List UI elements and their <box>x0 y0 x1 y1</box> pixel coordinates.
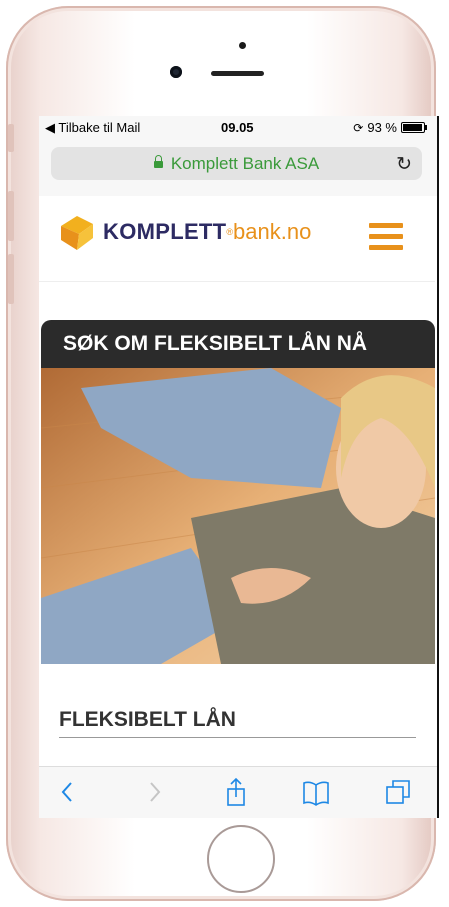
lock-icon <box>153 155 163 168</box>
logo-registered-mark: ® <box>226 227 234 237</box>
rotation-lock-icon: ⟳ <box>353 120 364 135</box>
front-camera <box>170 66 182 78</box>
reload-icon[interactable]: ↻ <box>396 153 412 176</box>
bookmarks-icon[interactable] <box>301 777 331 807</box>
status-right: ⟳ 93 % <box>353 120 427 135</box>
forward-icon[interactable] <box>139 777 169 807</box>
phone-screen: ◀ Tilbake til Mail 09.05 ⟳ 93 % Komplett… <box>39 116 439 818</box>
volume-up-button <box>8 191 14 241</box>
section-heading: FLEKSIBELT LÅN <box>59 708 236 731</box>
site-logo[interactable]: KOMPLETT ® bank.no <box>57 212 311 252</box>
site-header: KOMPLETT ® bank.no <box>39 196 437 276</box>
tabs-icon[interactable] <box>383 777 413 807</box>
back-icon[interactable] <box>53 777 83 807</box>
logo-brand: KOMPLETT <box>103 219 227 244</box>
battery-percent: 93 % <box>367 120 397 135</box>
browser-toolbar <box>39 766 437 818</box>
share-icon[interactable] <box>221 777 251 807</box>
hamburger-menu-icon[interactable] <box>369 223 403 251</box>
phone-frame: ◀ Tilbake til Mail 09.05 ⟳ 93 % Komplett… <box>6 6 439 901</box>
home-button[interactable] <box>207 825 275 893</box>
volume-down-button <box>8 254 14 304</box>
status-time: 09.05 <box>221 120 254 135</box>
back-to-app-link[interactable]: ◀ Tilbake til Mail <box>45 120 140 136</box>
url-display[interactable]: Komplett Bank ASA <box>51 154 422 174</box>
heading-divider <box>59 737 416 738</box>
url-text: Komplett Bank ASA <box>170 154 320 173</box>
apply-banner[interactable]: SØK OM FLEKSIBELT LÅN NÅ <box>41 320 435 368</box>
mute-switch <box>8 124 14 152</box>
woman-on-floor-image <box>41 368 435 664</box>
status-bar: ◀ Tilbake til Mail 09.05 ⟳ 93 % <box>39 116 437 140</box>
earpiece-speaker <box>211 71 264 76</box>
address-bar[interactable]: Komplett Bank ASA ↻ <box>51 147 422 180</box>
web-page: KOMPLETT ® bank.no SØK OM FLEKSIBELT LÅN N… <box>39 196 437 802</box>
battery-fill <box>403 124 422 131</box>
hero-photo <box>41 368 435 664</box>
proximity-sensor <box>239 42 246 49</box>
logo-domain: bank.no <box>233 219 312 244</box>
battery-icon <box>401 122 427 133</box>
logo-mark-icon <box>61 216 93 250</box>
